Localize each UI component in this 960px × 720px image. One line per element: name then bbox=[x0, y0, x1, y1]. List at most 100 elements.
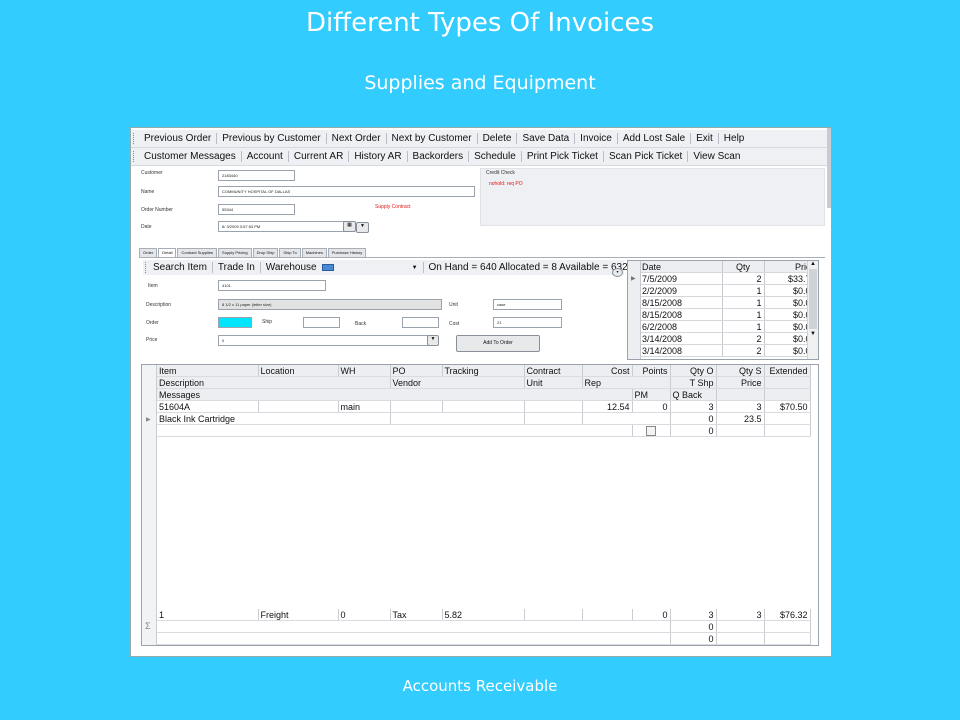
col-description[interactable]: Description bbox=[157, 376, 391, 389]
add-to-order-button[interactable]: Add To Order bbox=[456, 335, 540, 352]
backorders-button[interactable]: Backorders bbox=[408, 151, 470, 162]
unit-input[interactable]: case bbox=[493, 299, 562, 310]
back-input[interactable] bbox=[402, 317, 439, 328]
description-input[interactable]: 8 1/2 x 11 paper (letter size) bbox=[218, 299, 442, 310]
table-row[interactable]: 51604A main 12.54 0 3 3 $70.50 bbox=[157, 400, 811, 413]
history-row[interactable]: 3/14/2008 2 $0.00 bbox=[640, 344, 818, 357]
save-data-button[interactable]: Save Data bbox=[517, 133, 576, 144]
col-location[interactable]: Location bbox=[258, 365, 339, 377]
scroll-thumb[interactable] bbox=[809, 269, 817, 329]
warehouse-dropdown[interactable]: Warehouse ▼ bbox=[261, 262, 424, 273]
history-scrollbar[interactable]: ▲ ▼ bbox=[807, 261, 818, 359]
toolbar-grip[interactable] bbox=[133, 133, 137, 144]
cell-location[interactable] bbox=[258, 400, 339, 413]
order-qty-input[interactable] bbox=[218, 317, 252, 328]
history-header-date[interactable]: Date bbox=[640, 261, 723, 273]
scroll-down-icon[interactable]: ▼ bbox=[808, 331, 818, 337]
exit-button[interactable]: Exit bbox=[691, 133, 719, 144]
history-header-qty[interactable]: Qty bbox=[722, 261, 765, 273]
date-dropdown-button[interactable]: ▼ bbox=[356, 222, 369, 233]
item-input[interactable]: 4101 bbox=[218, 280, 326, 291]
scan-pick-ticket-button[interactable]: Scan Pick Ticket bbox=[604, 151, 689, 162]
account-button[interactable]: Account bbox=[242, 151, 289, 162]
cell-unit[interactable] bbox=[524, 412, 583, 425]
col-q-back[interactable]: Q Back bbox=[670, 388, 717, 401]
col-item[interactable]: Item bbox=[157, 365, 259, 377]
cost-input[interactable]: 21 bbox=[493, 317, 562, 328]
cell-rep[interactable] bbox=[582, 412, 671, 425]
col-rep[interactable]: Rep bbox=[582, 376, 671, 389]
pm-checkbox[interactable] bbox=[646, 425, 656, 436]
next-by-customer-button[interactable]: Next by Customer bbox=[387, 133, 478, 144]
order-number-input[interactable]: 55344 bbox=[218, 204, 295, 215]
cell-contract[interactable] bbox=[524, 400, 583, 413]
schedule-button[interactable]: Schedule bbox=[469, 151, 522, 162]
col-cost[interactable]: Cost bbox=[582, 365, 633, 377]
history-row[interactable]: 8/15/2008 1 $0.00 bbox=[640, 296, 818, 309]
col-price[interactable]: Price bbox=[716, 376, 765, 389]
tab-contract-supplies[interactable]: Contract Supplies bbox=[177, 248, 218, 257]
history-row[interactable]: 3/14/2008 2 $0.00 bbox=[640, 332, 818, 345]
tab-drop-ship[interactable]: Drop Ship bbox=[252, 248, 279, 257]
cell-qty-s[interactable]: 3 bbox=[716, 400, 765, 413]
col-tracking[interactable]: Tracking bbox=[442, 365, 525, 377]
previous-by-customer-button[interactable]: Previous by Customer bbox=[217, 133, 327, 144]
customer-input[interactable]: 2183440 bbox=[218, 170, 295, 181]
col-t-shp[interactable]: T Shp bbox=[670, 376, 717, 389]
toolbar-grip[interactable] bbox=[133, 151, 137, 162]
help-button[interactable]: Help bbox=[719, 133, 750, 144]
col-contract[interactable]: Contract bbox=[524, 365, 583, 377]
cell-po[interactable] bbox=[390, 400, 443, 413]
ship-input[interactable] bbox=[303, 317, 340, 328]
history-row[interactable]: 7/5/2009 2 $33.75 bbox=[640, 272, 818, 285]
scroll-up-icon[interactable]: ▲ bbox=[808, 261, 818, 267]
cell-extended[interactable]: $70.50 bbox=[764, 400, 811, 413]
col-messages[interactable]: Messages bbox=[157, 388, 633, 401]
cell-points[interactable]: 0 bbox=[632, 400, 671, 413]
history-row[interactable]: 8/15/2008 1 $0.00 bbox=[640, 308, 818, 321]
add-lost-sale-button[interactable]: Add Lost Sale bbox=[618, 133, 692, 144]
previous-order-button[interactable]: Previous Order bbox=[139, 133, 218, 144]
cell-q-back[interactable]: 0 bbox=[670, 424, 717, 437]
col-extended[interactable]: Extended bbox=[764, 365, 811, 377]
invoice-button[interactable]: Invoice bbox=[575, 133, 618, 144]
cell-messages[interactable] bbox=[157, 424, 633, 437]
delete-button[interactable]: Delete bbox=[478, 133, 518, 144]
col-vendor[interactable]: Vendor bbox=[390, 376, 525, 389]
cell-vendor[interactable] bbox=[390, 412, 525, 425]
trade-in-button[interactable]: Trade In bbox=[213, 262, 261, 273]
search-item-button[interactable]: Search Item bbox=[148, 262, 213, 273]
view-scan-button[interactable]: View Scan bbox=[688, 151, 745, 162]
tab-supply-pricing[interactable]: Supply Pricing bbox=[218, 248, 252, 257]
price-dropdown-button[interactable]: ▼ bbox=[427, 335, 439, 346]
cell-cost[interactable]: 12.54 bbox=[582, 400, 633, 413]
table-row[interactable]: Black Ink Cartridge 0 23.5 bbox=[157, 412, 811, 425]
price-select[interactable]: 0 bbox=[218, 335, 433, 346]
next-order-button[interactable]: Next Order bbox=[327, 133, 387, 144]
toolbar-grip[interactable] bbox=[145, 262, 146, 273]
history-row[interactable]: 2/2/2009 1 $0.00 bbox=[640, 284, 818, 297]
history-row[interactable]: 6/2/2008 1 $0.00 bbox=[640, 320, 818, 333]
cell-tracking[interactable] bbox=[442, 400, 525, 413]
cell-pm[interactable] bbox=[632, 424, 671, 437]
cell-price[interactable]: 23.5 bbox=[716, 412, 765, 425]
tab-purchase-history[interactable]: Purchase History bbox=[327, 248, 367, 257]
print-pick-ticket-button[interactable]: Print Pick Ticket bbox=[522, 151, 604, 162]
col-points[interactable]: Points bbox=[632, 365, 671, 377]
date-input[interactable]: 6/ 3/2009 3:57:53 PM bbox=[218, 221, 345, 232]
history-ar-button[interactable]: History AR bbox=[349, 151, 408, 162]
cell-description[interactable]: Black Ink Cartridge bbox=[157, 412, 391, 425]
customer-messages-button[interactable]: Customer Messages bbox=[139, 151, 242, 162]
cell-t-shp[interactable]: 0 bbox=[670, 412, 717, 425]
window-scrollbar[interactable] bbox=[827, 128, 831, 208]
calendar-button[interactable]: ▦ bbox=[343, 221, 356, 232]
col-unit[interactable]: Unit bbox=[524, 376, 583, 389]
cell-qty-o[interactable]: 3 bbox=[670, 400, 717, 413]
current-ar-button[interactable]: Current AR bbox=[289, 151, 350, 162]
expand-button[interactable]: ▾ bbox=[612, 268, 623, 277]
cell-item[interactable]: 51604A bbox=[157, 400, 259, 413]
tab-order[interactable]: Order bbox=[139, 248, 158, 257]
col-wh[interactable]: WH bbox=[338, 365, 391, 377]
col-pm[interactable]: PM bbox=[632, 388, 671, 401]
col-po[interactable]: PO bbox=[390, 365, 443, 377]
